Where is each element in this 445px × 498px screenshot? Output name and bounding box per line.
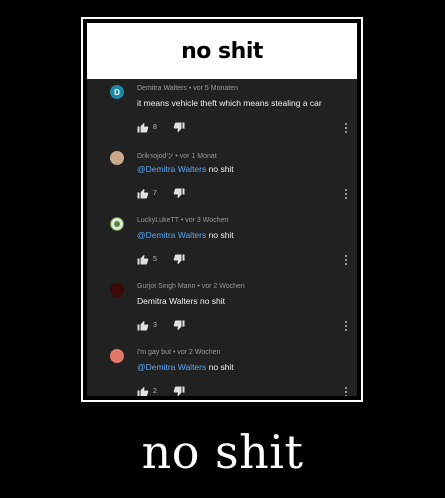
comment-text: @Demitra Walters no shit xyxy=(137,362,234,372)
screenshot-header: no shit xyxy=(87,23,357,79)
comment-meta: Gurjot Singh Mann • vor 2 Wochen xyxy=(137,283,245,290)
comment-body: Demitra Walters no shit xyxy=(137,296,226,306)
comment-time: vor 5 Monaten xyxy=(193,85,239,92)
comment-author[interactable]: Drikรojodツ xyxy=(137,153,173,160)
comment-meta: Drikรojodツ • vor 1 Monat xyxy=(137,153,217,160)
avatar[interactable] xyxy=(110,217,124,231)
comment-actions: 8 xyxy=(137,121,185,133)
like-count: 7 xyxy=(153,189,157,197)
comment-meta: I'm gay but • vor 2 Wochen xyxy=(137,349,221,356)
like-count: 2 xyxy=(153,387,157,395)
comment-actions: 3 xyxy=(137,319,185,331)
thumbs-up-icon[interactable] xyxy=(137,320,149,331)
comment-text: it means vehicle theft which means steal… xyxy=(137,98,322,108)
like-count: 5 xyxy=(153,255,157,263)
meme-caption: no shit xyxy=(141,425,304,479)
comment-mention[interactable]: @Demitra Walters xyxy=(137,164,206,174)
comment-meta: LuckyLukeTT • vor 3 Wochen xyxy=(137,217,229,224)
comment-body: no shit xyxy=(208,164,234,174)
thumbs-up-icon[interactable] xyxy=(137,386,149,397)
thumbs-down-icon[interactable] xyxy=(173,320,185,331)
like-count: 3 xyxy=(153,321,157,329)
comment-author[interactable]: Demitra Walters xyxy=(137,85,187,92)
comment-body: no shit xyxy=(208,230,234,240)
comment-meta: Demitra Walters • vor 5 Monaten xyxy=(137,85,239,92)
comment-body: it means vehicle theft which means steal… xyxy=(137,98,322,108)
thumbs-down-icon[interactable] xyxy=(173,188,185,199)
more-vert-icon[interactable] xyxy=(344,321,347,331)
comment-text: @Demitra Walters no shit xyxy=(137,230,234,240)
comment-body: no shit xyxy=(208,362,234,372)
comment-time: vor 2 Wochen xyxy=(177,349,221,356)
comment-time: vor 3 Wochen xyxy=(185,217,229,224)
comment-item: Gurjot Singh Mann • vor 2 Wochen Demitra… xyxy=(87,277,357,343)
comment-author[interactable]: I'm gay but xyxy=(137,349,171,356)
comment-mention[interactable]: @Demitra Walters xyxy=(137,230,206,240)
comment-time: vor 1 Monat xyxy=(179,153,217,160)
comment-text: @Demitra Walters no shit xyxy=(137,164,234,174)
comment-text: Demitra Walters no shit xyxy=(137,296,225,306)
comment-time: vor 2 Wochen xyxy=(201,283,245,290)
avatar[interactable] xyxy=(110,349,124,363)
comments-screenshot: no shit D Demitra Walters • vor 5 Monate… xyxy=(87,23,357,396)
thumbs-down-icon[interactable] xyxy=(173,386,185,397)
comment-author[interactable]: LuckyLukeTT xyxy=(137,217,179,224)
more-vert-icon[interactable] xyxy=(344,123,347,133)
comment-author[interactable]: Gurjot Singh Mann xyxy=(137,283,195,290)
more-vert-icon[interactable] xyxy=(344,189,347,199)
avatar[interactable] xyxy=(110,283,124,297)
thumbs-up-icon[interactable] xyxy=(137,254,149,265)
avatar-letter: D xyxy=(114,87,120,97)
more-vert-icon[interactable] xyxy=(344,255,347,265)
more-vert-icon[interactable] xyxy=(344,387,347,396)
comment-item: Drikรojodツ • vor 1 Monat @Demitra Walter… xyxy=(87,145,357,211)
comment-mention[interactable]: @Demitra Walters xyxy=(137,362,206,372)
comment-item: I'm gay but • vor 2 Wochen @Demitra Walt… xyxy=(87,343,357,396)
thumbs-up-icon[interactable] xyxy=(137,122,149,133)
avatar[interactable]: D xyxy=(110,85,124,99)
avatar-emblem xyxy=(114,221,120,227)
thumbs-up-icon[interactable] xyxy=(137,188,149,199)
comment-item: D Demitra Walters • vor 5 Monaten it mea… xyxy=(87,79,357,145)
comment-actions: 5 xyxy=(137,253,185,265)
comment-item: LuckyLukeTT • vor 3 Wochen @Demitra Walt… xyxy=(87,211,357,277)
meme-frame: no shit D Demitra Walters • vor 5 Monate… xyxy=(81,17,363,402)
thumbs-down-icon[interactable] xyxy=(173,254,185,265)
comment-actions: 7 xyxy=(137,187,185,199)
screenshot-title: no shit xyxy=(181,38,263,64)
comment-actions: 2 xyxy=(137,385,185,396)
avatar[interactable] xyxy=(110,151,124,165)
thumbs-down-icon[interactable] xyxy=(173,122,185,133)
like-count: 8 xyxy=(153,123,157,131)
